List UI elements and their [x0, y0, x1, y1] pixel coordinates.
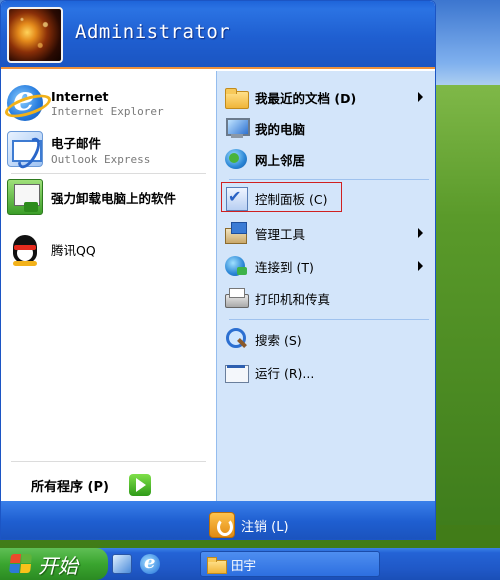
- menu-item-printers-and-faxes[interactable]: 打印机和传真: [223, 285, 429, 311]
- menu-item-internet[interactable]: Internet Internet Explorer: [7, 79, 212, 123]
- all-programs-label: 所有程序 (P): [31, 479, 109, 495]
- menu-item-label: 运行 (R)...: [255, 365, 315, 381]
- menu-item-subtitle: Outlook Express: [51, 152, 151, 166]
- separator: [229, 179, 429, 180]
- computer-icon: [223, 115, 250, 141]
- menu-item-qq[interactable]: 腾讯QQ: [7, 229, 212, 269]
- menu-item-uninstaller[interactable]: 强力卸载电脑上的软件: [7, 177, 212, 217]
- ie-icon[interactable]: [140, 552, 160, 574]
- menu-item-label: 我的电脑: [255, 121, 306, 137]
- outlook-express-icon: [7, 131, 43, 167]
- menu-item-search[interactable]: 搜索 (S): [223, 326, 429, 352]
- highlight-box: [221, 182, 342, 212]
- start-button[interactable]: 开始: [0, 548, 108, 580]
- quick-launch: [112, 552, 168, 574]
- ie-icon: [7, 79, 43, 121]
- start-label: 开始: [38, 553, 78, 578]
- desktop-sky: [430, 0, 500, 90]
- admin-tools-icon: [223, 220, 249, 246]
- menu-item-label: 打印机和传真: [255, 291, 331, 307]
- menu-item-admin-tools[interactable]: 管理工具: [223, 220, 429, 246]
- menu-item-title: 强力卸载电脑上的软件: [51, 190, 177, 206]
- menu-item-my-computer[interactable]: 我的电脑: [223, 115, 429, 141]
- separator: [11, 173, 206, 174]
- taskbar-window-button[interactable]: 田宇: [200, 551, 380, 577]
- windows-logo-icon: [9, 554, 33, 574]
- menu-item-subtitle: Internet Explorer: [51, 104, 164, 118]
- user-avatar: [7, 7, 63, 63]
- submenu-arrow-icon: [418, 92, 423, 102]
- separator: [11, 461, 206, 462]
- menu-item-label: 我最近的文档 (D): [255, 90, 357, 106]
- separator: [229, 319, 429, 320]
- menu-item-my-network-places[interactable]: 网上邻居: [223, 146, 429, 172]
- qq-icon: [7, 231, 43, 267]
- show-desktop-icon[interactable]: [112, 554, 132, 574]
- uninstall-icon: [7, 179, 43, 215]
- menu-item-run[interactable]: 运行 (R)...: [223, 359, 429, 385]
- network-icon: [223, 146, 249, 172]
- connect-icon: [223, 253, 249, 279]
- menu-item-my-recent-documents[interactable]: 我最近的文档 (D): [223, 84, 429, 110]
- run-icon: [223, 359, 249, 385]
- menu-item-title: Internet: [51, 88, 109, 104]
- submenu-arrow-icon: [418, 228, 423, 238]
- all-programs-button[interactable]: 所有程序 (P): [31, 473, 211, 497]
- submenu-arrow-icon: [418, 261, 423, 271]
- menu-item-title: 腾讯QQ: [51, 242, 96, 258]
- start-menu-footer: 注销 (L): [1, 501, 435, 539]
- folder-icon: [207, 556, 227, 574]
- menu-item-label: 网上邻居: [255, 152, 306, 168]
- user-name: Administrator: [75, 21, 231, 43]
- green-arrow-icon: [128, 474, 151, 496]
- folder-icon: [223, 84, 249, 110]
- menu-item-label: 管理工具: [255, 226, 306, 242]
- taskbar: 开始 田宇: [0, 548, 500, 580]
- start-menu: Administrator Internet Internet Explorer…: [0, 0, 436, 540]
- search-icon: [223, 326, 249, 352]
- taskbar-window-label: 田宇: [231, 557, 257, 573]
- logoff-icon: [209, 512, 235, 538]
- printer-icon: [223, 285, 249, 311]
- start-menu-header: Administrator: [1, 1, 435, 69]
- menu-item-title: 电子邮件: [51, 135, 102, 151]
- menu-item-label: 搜索 (S): [255, 332, 302, 348]
- menu-item-connect-to[interactable]: 连接到 (T): [223, 253, 429, 279]
- desktop-hill: [430, 85, 500, 525]
- menu-item-email[interactable]: 电子邮件 Outlook Express: [7, 129, 212, 169]
- logoff-label: 注销 (L): [241, 519, 289, 535]
- logoff-button[interactable]: 注销 (L): [209, 512, 289, 538]
- menu-item-label: 连接到 (T): [255, 259, 314, 275]
